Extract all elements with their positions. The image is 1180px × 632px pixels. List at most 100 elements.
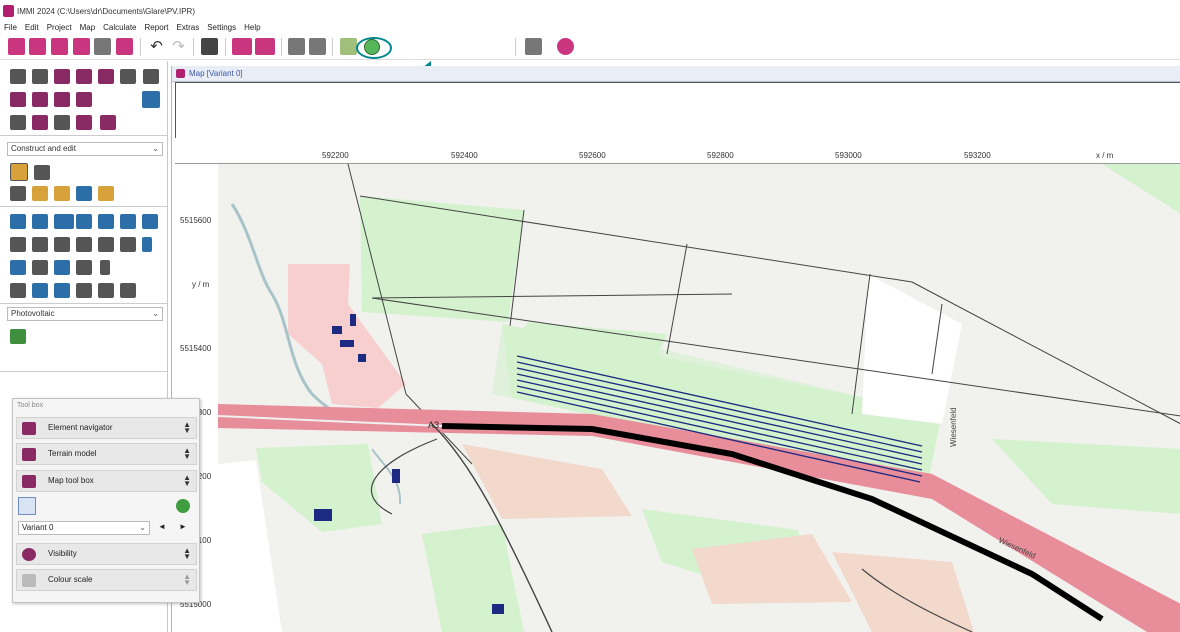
terrain-model-section[interactable]: Terrain model ▲ ▼ <box>16 443 197 465</box>
edit-node-icon[interactable] <box>10 92 26 107</box>
globe-icon[interactable] <box>142 214 158 229</box>
help-icon[interactable] <box>557 38 574 55</box>
properties-icon[interactable] <box>116 38 133 55</box>
map-tab[interactable]: Map [Variant 0] <box>172 66 1180 82</box>
zoom-in-icon[interactable] <box>10 69 26 84</box>
grid-calc-icon[interactable] <box>32 283 48 298</box>
surface-icon[interactable] <box>120 214 136 229</box>
print-icon[interactable] <box>201 38 218 55</box>
menu-map[interactable]: Map <box>76 22 100 33</box>
receiver-icon[interactable] <box>76 260 92 275</box>
lasso-icon[interactable] <box>32 186 48 201</box>
binoculars-icon[interactable] <box>54 69 70 84</box>
map-tool-mode-icon[interactable] <box>18 497 36 515</box>
zoom-out-icon[interactable] <box>32 69 48 84</box>
layer-2-icon[interactable] <box>32 115 48 130</box>
tree-icon[interactable] <box>120 237 136 252</box>
menu-project[interactable]: Project <box>43 22 76 33</box>
house-icon[interactable] <box>32 237 48 252</box>
calc-grid-icon[interactable] <box>232 38 252 55</box>
element-grid-icon[interactable] <box>32 214 48 229</box>
microphone-icon[interactable] <box>100 260 110 275</box>
line-source-icon[interactable] <box>32 260 48 275</box>
menu-edit[interactable]: Edit <box>21 22 43 33</box>
import-icon[interactable] <box>73 38 90 55</box>
colour-scale-section[interactable]: Colour scale ▲ ▼ <box>16 569 197 591</box>
variant-select[interactable]: Variant 0 ⌄ <box>18 521 150 535</box>
library-icon[interactable] <box>288 38 305 55</box>
document-icon[interactable] <box>94 38 111 55</box>
chevron-down-icon: ⌄ <box>139 523 146 532</box>
select-area-icon[interactable] <box>142 91 160 108</box>
map-tool-box-section[interactable]: Map tool box ▲ ▼ <box>16 470 197 492</box>
rotate-icon[interactable] <box>76 186 92 201</box>
expand-toggle-icon[interactable]: ▲ ▼ <box>183 573 191 587</box>
previous-variant-icon[interactable]: ◄ <box>158 522 166 531</box>
glare-tool-icon[interactable] <box>340 38 357 55</box>
area-source-icon[interactable] <box>54 260 70 275</box>
terrain-icon[interactable] <box>76 214 92 229</box>
calc-points-icon[interactable] <box>255 38 275 55</box>
move-icon[interactable] <box>54 186 70 201</box>
measure-icon[interactable] <box>76 92 92 107</box>
menu-settings[interactable]: Settings <box>203 22 240 33</box>
wall-icon[interactable] <box>54 237 70 252</box>
mode-select[interactable]: Construct and edit ⌄ <box>7 142 163 156</box>
duplicate-icon[interactable] <box>98 186 114 201</box>
pointer-icon[interactable] <box>34 165 50 180</box>
menu-help[interactable]: Help <box>240 22 264 33</box>
contour-icon[interactable] <box>98 214 114 229</box>
pen-icon[interactable] <box>54 92 70 107</box>
calculator-icon[interactable] <box>525 38 542 55</box>
element-tree-icon[interactable] <box>10 214 26 229</box>
menu-report[interactable]: Report <box>141 22 173 33</box>
zoom-extent-icon[interactable] <box>76 69 92 84</box>
y-axis-unit: y / m <box>192 280 210 289</box>
new-project-icon[interactable] <box>8 38 25 55</box>
layer-4-icon[interactable] <box>76 115 92 130</box>
layer-1-icon[interactable] <box>10 115 26 130</box>
columns-icon[interactable] <box>98 283 114 298</box>
menu-extras[interactable]: Extras <box>173 22 204 33</box>
expand-toggle-icon[interactable]: ▲ ▼ <box>183 474 191 488</box>
network-icon[interactable] <box>54 283 70 298</box>
photovoltaic-element-icon[interactable] <box>10 329 26 344</box>
undo-icon[interactable]: ↶ <box>148 38 165 55</box>
menu-calculate[interactable]: Calculate <box>99 22 140 33</box>
building-icon[interactable] <box>98 237 114 252</box>
expand-toggle-icon[interactable]: ▲ ▼ <box>183 447 191 461</box>
text-element-icon[interactable] <box>54 214 74 229</box>
glare-calculation-icon[interactable] <box>364 39 380 55</box>
save-project-icon[interactable] <box>51 38 68 55</box>
point-source-icon[interactable] <box>10 260 26 275</box>
next-variant-icon[interactable]: ► <box>179 522 187 531</box>
layer-3-icon[interactable] <box>54 115 70 130</box>
table-settings-icon[interactable] <box>309 38 326 55</box>
find-icon[interactable] <box>143 69 159 84</box>
element-a-icon[interactable] <box>10 237 26 252</box>
list-icon[interactable] <box>76 283 92 298</box>
road-label-a3: A3 <box>428 420 439 430</box>
marker-icon[interactable] <box>142 237 152 252</box>
map-canvas[interactable]: A3 Wiesenfeld Wiesenfeld <box>172 164 1180 632</box>
visibility-section[interactable]: Visibility ▲ ▼ <box>16 543 197 565</box>
menu-file[interactable]: File <box>0 22 21 33</box>
colour-scale-label: Colour scale <box>48 575 93 584</box>
draw-line-icon[interactable] <box>32 92 48 107</box>
edit-mode-icon[interactable] <box>10 163 28 181</box>
layer-5-icon[interactable] <box>100 115 116 130</box>
zoom-tool-icon[interactable] <box>98 69 114 84</box>
table-icon[interactable] <box>120 283 136 298</box>
info-icon[interactable] <box>176 499 190 513</box>
print-map-icon[interactable] <box>120 69 136 84</box>
element-group-select[interactable]: Photovoltaic ⌄ <box>7 307 163 321</box>
open-project-icon[interactable] <box>29 38 46 55</box>
redo-icon[interactable]: ↷ <box>170 38 187 55</box>
barrier-icon[interactable] <box>76 237 92 252</box>
divider <box>0 303 167 304</box>
element-navigator-section[interactable]: Element navigator ▲ ▼ <box>16 417 197 439</box>
expand-toggle-icon[interactable]: ▲ ▼ <box>183 421 191 435</box>
expand-toggle-icon[interactable]: ▲ ▼ <box>183 547 191 561</box>
select-icon[interactable] <box>10 186 26 201</box>
frame-icon[interactable] <box>10 283 26 298</box>
